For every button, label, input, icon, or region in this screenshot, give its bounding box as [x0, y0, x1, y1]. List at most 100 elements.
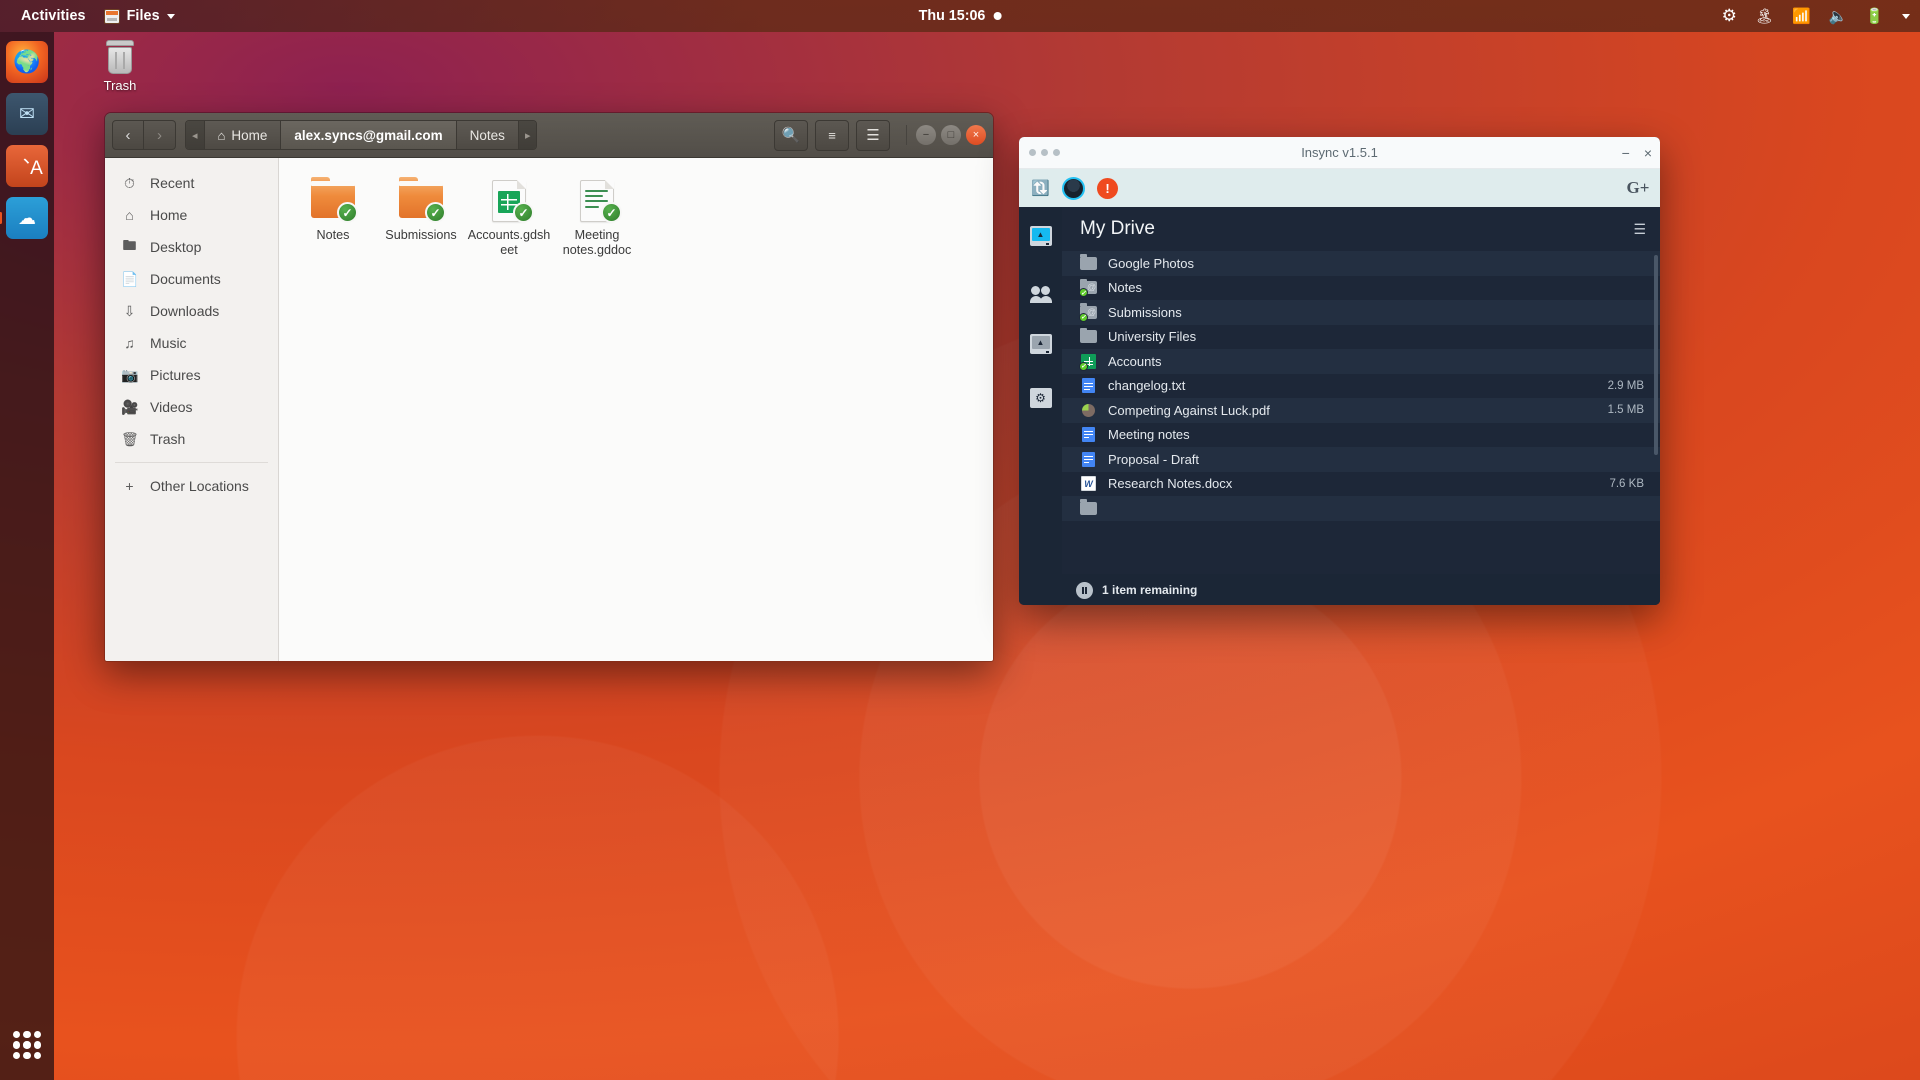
error-badge[interactable]: ! — [1097, 177, 1118, 199]
pause-icon[interactable] — [1076, 581, 1093, 599]
thunderbird-icon: ✉ — [19, 103, 35, 125]
insync-tray-icon[interactable]: 🏝 — [1755, 7, 1774, 25]
list-item[interactable]: Google Photos — [1062, 251, 1660, 276]
list-item[interactable]: Research Notes.docx 7.6 KB — [1062, 472, 1660, 497]
insync-icon: ☁ — [18, 207, 36, 228]
insync-sidebar-rail: ⚙ — [1019, 207, 1062, 605]
sidebar-item-documents[interactable]: 📄 Documents — [105, 263, 278, 295]
sidebar-item-other-locations[interactable]: + Other Locations — [105, 470, 278, 502]
dock-item-insync[interactable]: ☁ — [6, 197, 48, 239]
clock-label: Thu 15:06 — [918, 8, 986, 24]
activities-button[interactable]: Activities — [12, 3, 95, 29]
app-menu-files[interactable]: Files — [95, 3, 184, 29]
forward-button[interactable]: › — [144, 120, 176, 150]
sync-check-icon: ✓ — [513, 202, 534, 223]
list-item[interactable]: Meeting notes — [1062, 423, 1660, 448]
rail-item-team-drives[interactable] — [1028, 331, 1054, 357]
breadcrumb-item-home[interactable]: ⌂ Home — [204, 121, 282, 149]
gear-folder-icon: ⚙ — [1029, 388, 1052, 408]
battery-icon[interactable]: 🔋 — [1865, 7, 1884, 25]
folder-icon: 🖿 — [122, 237, 137, 253]
page-title: My Drive — [1080, 218, 1155, 239]
view-toggle-button[interactable]: ☰ — [1633, 221, 1646, 238]
sidebar-item-music[interactable]: ♫ Music — [105, 327, 278, 359]
dock-item-firefox[interactable]: 🌍 — [6, 41, 48, 83]
insync-content-header: My Drive ☰ — [1062, 207, 1660, 251]
menu-button[interactable]: ☰ — [856, 119, 890, 151]
google-account-icon[interactable]: G+ — [1627, 178, 1650, 198]
folder-shared-icon: @ ✓ — [1079, 278, 1097, 298]
system-menu-chevron-icon[interactable] — [1902, 13, 1910, 19]
breadcrumb: ◂ ⌂ Home alex.syncs@gmail.com Notes ▸ — [185, 120, 538, 150]
rail-item-my-drive[interactable] — [1028, 223, 1054, 249]
video-icon: 🎥 — [121, 398, 139, 415]
insync-status-bar: 1 item remaining — [1062, 574, 1660, 605]
settings-icon[interactable]: ⚙ — [1722, 6, 1737, 26]
file-item[interactable]: ✓ Submissions — [377, 174, 465, 262]
list-item[interactable]: changelog.txt 2.9 MB — [1062, 374, 1660, 399]
files-sidebar: ⏱ Recent ⌂ Home 🖿 Desktop 📄 Documents ⇩ — [105, 158, 279, 661]
file-label: Submissions — [385, 228, 457, 242]
show-applications-button[interactable] — [6, 1024, 48, 1066]
file-item[interactable]: ✓ Meeting notes.gddoc — [553, 174, 641, 262]
rail-item-shared-with-me[interactable] — [1028, 277, 1054, 303]
list-item[interactable]: ✓ Accounts — [1062, 349, 1660, 374]
status-indicators[interactable]: ⚙ 🏝 📶 🔈 🔋 — [1722, 6, 1910, 26]
folder-shared-icon: @ ✓ — [1079, 303, 1097, 322]
account-avatar[interactable] — [1062, 176, 1085, 200]
list-item[interactable]: Proposal - Draft — [1062, 447, 1660, 472]
maximize-button[interactable]: □ — [941, 125, 961, 145]
list-item[interactable]: @ ✓ Submissions — [1062, 300, 1660, 325]
breadcrumb-next-arrow[interactable]: ▸ — [518, 121, 537, 149]
file-label: Accounts.gdsheet — [467, 228, 551, 257]
list-item[interactable]: University Files — [1062, 325, 1660, 350]
minimize-button[interactable]: − — [916, 125, 936, 145]
list-item[interactable]: @ ✓ Notes — [1062, 276, 1660, 301]
close-button[interactable]: × — [1644, 145, 1652, 161]
item-name: Google Photos — [1108, 255, 1195, 271]
sidebar-item-home[interactable]: ⌂ Home — [105, 199, 278, 231]
insync-toolbar: 🔃 ! G+ — [1019, 169, 1660, 207]
sidebar-item-recent[interactable]: ⏱ Recent — [105, 167, 278, 199]
breadcrumb-item-notes[interactable]: Notes — [456, 121, 519, 149]
breadcrumb-item-account[interactable]: alex.syncs@gmail.com — [281, 121, 457, 149]
list-view-icon: ☰ — [1633, 220, 1646, 237]
dock-item-thunderbird[interactable]: ✉ — [6, 93, 48, 135]
insync-file-list[interactable]: Google Photos @ ✓ Notes @ ✓ Submissions … — [1062, 251, 1660, 574]
view-toggle-button[interactable]: ≡ — [815, 119, 849, 151]
breadcrumb-prev-arrow[interactable]: ◂ — [186, 121, 205, 149]
sync-status-icon[interactable]: 🔃 — [1031, 179, 1050, 198]
sidebar-label: Desktop — [150, 239, 202, 255]
wifi-icon[interactable]: 📶 — [1792, 7, 1811, 25]
files-header-bar: ‹ › ◂ ⌂ Home alex.syncs@gmail.com Notes … — [105, 113, 993, 158]
list-item[interactable]: Competing Against Luck.pdf 1.5 MB — [1062, 398, 1660, 423]
sidebar-item-trash[interactable]: 🗑 Trash — [105, 423, 278, 455]
scrollbar-thumb[interactable] — [1654, 255, 1658, 455]
sidebar-label: Other Locations — [150, 478, 249, 494]
dock-item-software[interactable]: ︑A — [6, 145, 48, 187]
close-button[interactable]: × — [966, 125, 986, 145]
home-icon: ⌂ — [125, 207, 134, 223]
sidebar-item-desktop[interactable]: 🖿 Desktop — [105, 231, 278, 263]
file-item[interactable]: ✓ Accounts.gdsheet — [465, 174, 553, 262]
notification-dot-icon — [993, 12, 1002, 20]
clock-button[interactable]: Thu 15:06 — [919, 8, 1002, 24]
insync-window: Insync v1.5.1 − × 🔃 ! G+ ▲ ▲ ⚙ My Drive … — [1019, 137, 1660, 605]
sidebar-item-videos[interactable]: 🎥 Videos — [105, 391, 278, 423]
minimize-button[interactable]: − — [1622, 145, 1630, 161]
files-content-area[interactable]: ✓ Notes ✓ Submissions ✓ Accounts.gdsheet… — [279, 158, 993, 661]
people-icon — [1029, 285, 1052, 303]
search-button[interactable]: 🔍 — [774, 119, 808, 151]
sidebar-item-downloads[interactable]: ⇩ Downloads — [105, 295, 278, 327]
rail-item-settings[interactable]: ⚙ — [1028, 385, 1054, 411]
navigation-buttons: ‹ › — [112, 120, 176, 150]
volume-icon[interactable]: 🔈 — [1829, 7, 1848, 25]
sidebar-label: Music — [150, 335, 187, 351]
file-item[interactable]: ✓ Notes — [289, 174, 377, 262]
list-item-partial[interactable] — [1062, 496, 1660, 521]
desktop-background: Activities Files Thu 15:06 ⚙ 🏝 📶 🔈 🔋 🌍 ✉… — [0, 0, 1920, 1080]
drive-icon — [1029, 226, 1052, 246]
desktop-icon-trash[interactable]: Trash — [78, 40, 162, 93]
back-button[interactable]: ‹ — [112, 120, 144, 150]
sidebar-item-pictures[interactable]: 📷 Pictures — [105, 359, 278, 391]
